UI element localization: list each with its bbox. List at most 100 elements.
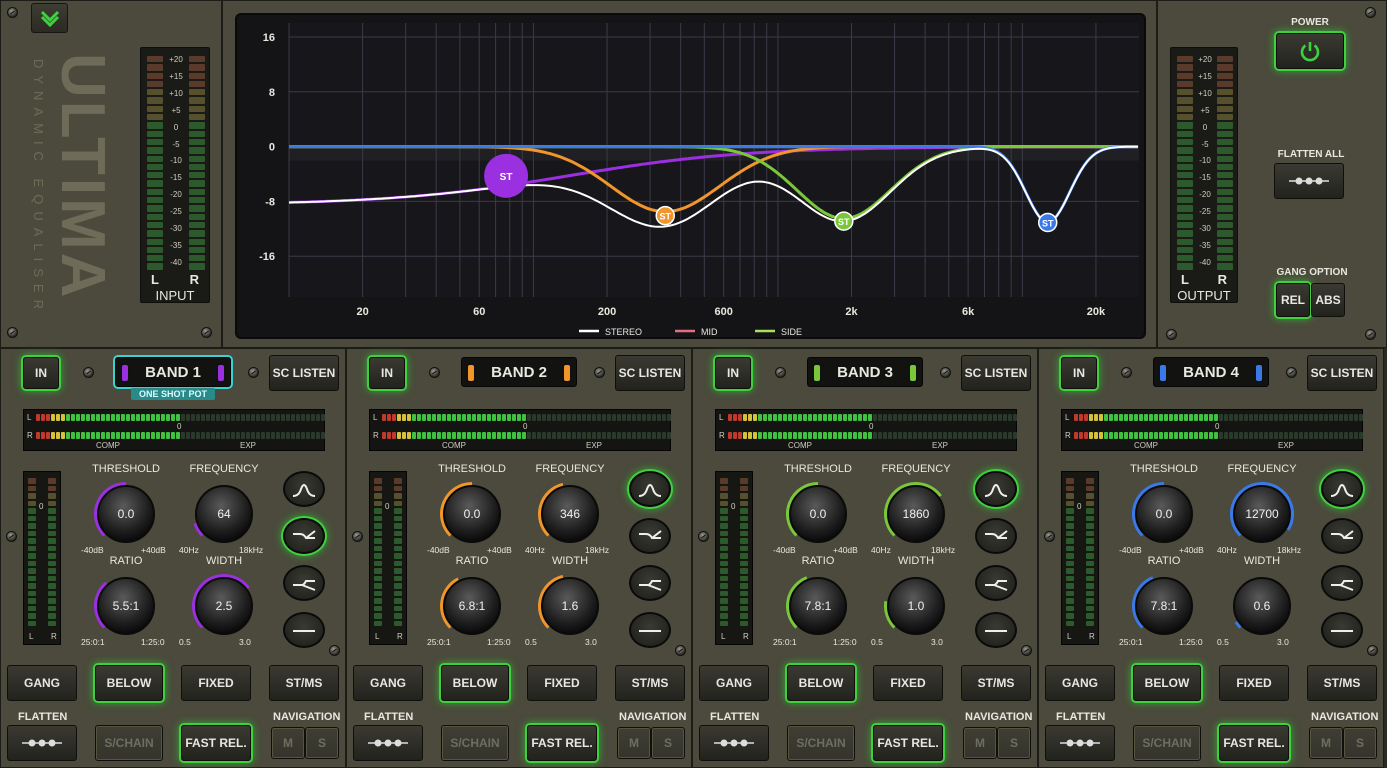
low-shelf-shape-button[interactable]	[629, 518, 671, 554]
meter-led	[1217, 246, 1233, 254]
sc-listen-button[interactable]: SC LISTEN	[269, 355, 339, 391]
gr-segment	[572, 414, 576, 421]
st-ms-button[interactable]: ST/MS	[269, 665, 339, 701]
frequency-knob[interactable]: 12700	[1227, 479, 1297, 549]
low-shelf-shape-button[interactable]	[283, 518, 325, 554]
nav-side-button[interactable]: S	[651, 727, 685, 759]
sidechain-button[interactable]: S/CHAIN	[787, 725, 855, 761]
eq-graph[interactable]: 16 8 0 -8 -16 20 60 200 600 2k 6k 20k ST ST ST ST STEREO…	[235, 13, 1146, 339]
sidechain-button[interactable]: S/CHAIN	[95, 725, 163, 761]
flatten-button[interactable]	[1045, 725, 1115, 761]
frequency-knob[interactable]: 64	[189, 479, 259, 549]
ratio-knob[interactable]: 7.8:1	[1129, 571, 1199, 641]
high-shelf-shape-button[interactable]	[629, 565, 671, 601]
flat-shape-button[interactable]	[1321, 612, 1363, 648]
width-knob[interactable]: 0.6	[1227, 571, 1297, 641]
below-button[interactable]: BELOW	[441, 665, 509, 701]
ratio-knob[interactable]: 6.8:1	[437, 571, 507, 641]
power-button[interactable]	[1276, 33, 1344, 69]
meter-led	[720, 605, 728, 611]
low-shelf-shape-button[interactable]	[1321, 518, 1363, 554]
fixed-button[interactable]: FIXED	[873, 665, 943, 701]
flat-shape-button[interactable]	[629, 612, 671, 648]
frequency-knob[interactable]: 346	[535, 479, 605, 549]
gang-button[interactable]: GANG	[7, 665, 77, 701]
flat-shape-button[interactable]	[975, 612, 1017, 648]
gr-segment	[1114, 414, 1118, 421]
band-in-button[interactable]: IN	[23, 357, 59, 389]
band-in-button[interactable]: IN	[1061, 357, 1097, 389]
high-shelf-shape-button[interactable]	[283, 565, 325, 601]
meter-led	[1217, 205, 1233, 212]
st-ms-button[interactable]: ST/MS	[615, 665, 685, 701]
gang-rel-button[interactable]: REL	[1276, 283, 1310, 317]
sc-listen-button[interactable]: SC LISTEN	[961, 355, 1031, 391]
band-name-selector[interactable]: BAND 4	[1153, 357, 1269, 387]
fast-release-button[interactable]: FAST REL.	[873, 725, 943, 761]
bell-shape-button[interactable]	[629, 471, 671, 507]
st-ms-button[interactable]: ST/MS	[961, 665, 1031, 701]
fast-release-button[interactable]: FAST REL.	[181, 725, 251, 761]
fixed-button[interactable]: FIXED	[527, 665, 597, 701]
gang-abs-button[interactable]: ABS	[1311, 283, 1345, 317]
threshold-knob[interactable]: 0.0	[437, 479, 507, 549]
eq-curve-plot[interactable]: 16 8 0 -8 -16 20 60 200 600 2k 6k 20k ST ST ST ST STEREO…	[237, 15, 1148, 341]
gr-segment	[71, 414, 75, 421]
width-knob[interactable]: 2.5	[189, 571, 259, 641]
band-in-button[interactable]: IN	[369, 357, 405, 389]
sc-listen-button[interactable]: SC LISTEN	[615, 355, 685, 391]
gang-button[interactable]: GANG	[353, 665, 423, 701]
sc-listen-button[interactable]: SC LISTEN	[1307, 355, 1377, 391]
band-name-selector[interactable]: BAND 1	[115, 357, 231, 387]
fast-release-button[interactable]: FAST REL.	[527, 725, 597, 761]
width-knob[interactable]: 1.0	[881, 571, 951, 641]
bell-shape-button[interactable]	[975, 471, 1017, 507]
high-shelf-shape-button[interactable]	[975, 565, 1017, 601]
nav-mid-button[interactable]: M	[1309, 727, 1343, 759]
preset-menu-button[interactable]	[31, 3, 68, 33]
gr-segment	[1349, 432, 1353, 439]
gr-segment	[76, 414, 80, 421]
gang-button[interactable]: GANG	[1045, 665, 1115, 701]
below-button[interactable]: BELOW	[1133, 665, 1201, 701]
meter-led	[1217, 263, 1233, 270]
st-ms-button[interactable]: ST/MS	[1307, 665, 1377, 701]
fixed-button[interactable]: FIXED	[181, 665, 251, 701]
below-button[interactable]: BELOW	[787, 665, 855, 701]
flatten-button[interactable]	[7, 725, 77, 761]
flatten-button[interactable]	[699, 725, 769, 761]
band-name-selector[interactable]: BAND 3	[807, 357, 923, 387]
threshold-knob[interactable]: 0.0	[783, 479, 853, 549]
nav-side-button[interactable]: S	[997, 727, 1031, 759]
nav-mid-button[interactable]: M	[617, 727, 651, 759]
nav-mid-button[interactable]: M	[271, 727, 305, 759]
frequency-knob[interactable]: 1860	[881, 479, 951, 549]
threshold-knob[interactable]: 0.0	[91, 479, 161, 549]
gr-segment	[893, 414, 897, 421]
band-name-selector[interactable]: BAND 2	[461, 357, 577, 387]
below-button[interactable]: BELOW	[95, 665, 163, 701]
sidechain-button[interactable]: S/CHAIN	[1133, 725, 1201, 761]
nav-side-button[interactable]: S	[1343, 727, 1377, 759]
low-shelf-shape-button[interactable]	[975, 518, 1017, 554]
bell-shape-button[interactable]	[283, 471, 325, 507]
width-knob[interactable]: 1.6	[535, 571, 605, 641]
threshold-knob[interactable]: 0.0	[1129, 479, 1199, 549]
gr-segment	[597, 432, 601, 439]
sidechain-button[interactable]: S/CHAIN	[441, 725, 509, 761]
fast-release-button[interactable]: FAST REL.	[1219, 725, 1289, 761]
ratio-knob[interactable]: 7.8:1	[783, 571, 853, 641]
high-shelf-shape-button[interactable]	[1321, 565, 1363, 601]
gang-button[interactable]: GANG	[699, 665, 769, 701]
meter-scale-label: -25	[170, 207, 182, 217]
nav-side-button[interactable]: S	[305, 727, 339, 759]
flat-shape-button[interactable]	[283, 612, 325, 648]
flatten-button[interactable]	[353, 725, 423, 761]
fixed-button[interactable]: FIXED	[1219, 665, 1289, 701]
nav-mid-button[interactable]: M	[963, 727, 997, 759]
gr-segment	[246, 414, 250, 421]
ratio-knob[interactable]: 5.5:1	[91, 571, 161, 641]
flatten-all-button[interactable]	[1274, 163, 1344, 199]
bell-shape-button[interactable]	[1321, 471, 1363, 507]
band-in-button[interactable]: IN	[715, 357, 751, 389]
